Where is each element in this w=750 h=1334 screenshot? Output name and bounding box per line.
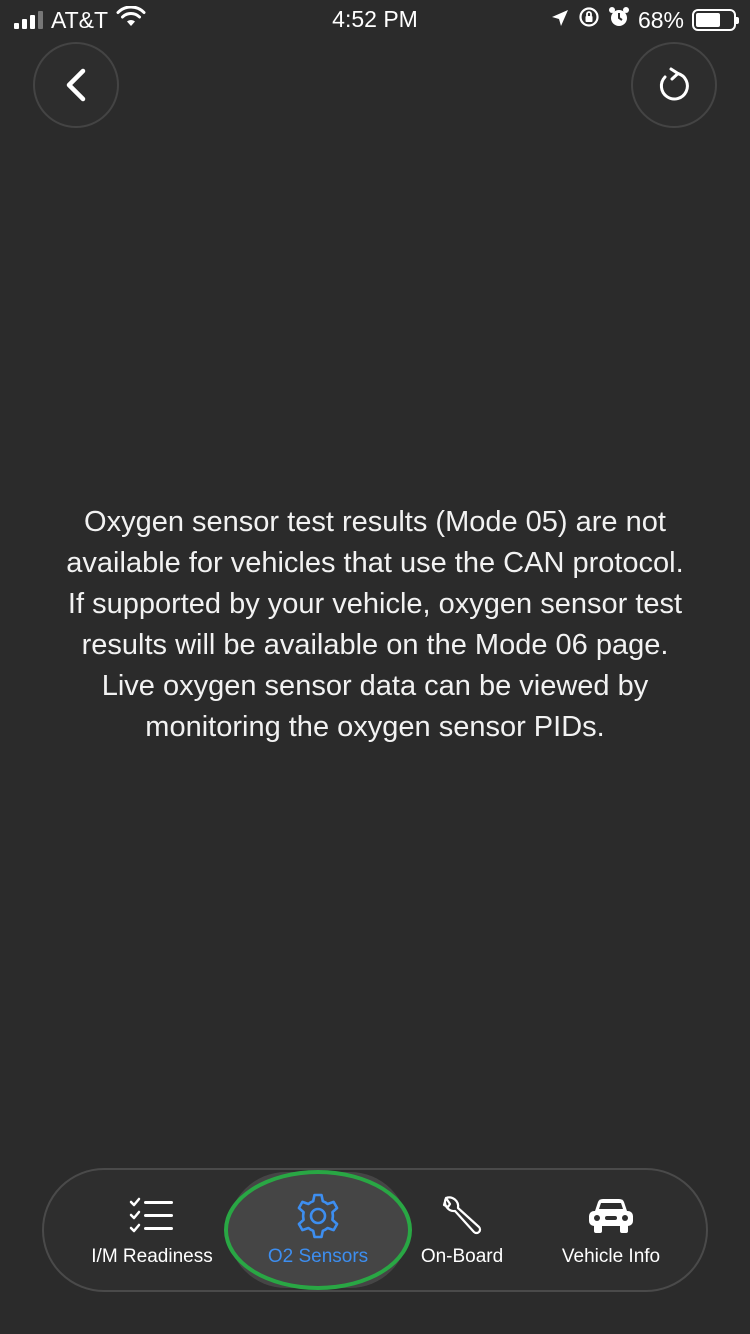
location-arrow-icon: [550, 7, 570, 34]
tab-label-vehicle-info: Vehicle Info: [561, 1246, 661, 1267]
alarm-icon: [608, 6, 630, 34]
tab-bar: I/M Readiness O2 Sensors On-Board Vehicl…: [42, 1168, 708, 1292]
battery-fill: [696, 13, 721, 27]
refresh-icon: [659, 67, 689, 101]
tab-label-im-readiness: I/M Readiness: [91, 1246, 213, 1267]
screen: AT&T 4:52 PM 68% Oxygen sensor test resu…: [0, 0, 750, 1334]
back-button[interactable]: [33, 42, 119, 128]
tab-im-readiness[interactable]: I/M Readiness: [62, 1170, 242, 1290]
tab-label-o2-sensors: O2 Sensors: [267, 1246, 369, 1267]
car-icon: [586, 1192, 636, 1240]
gear-icon: [294, 1192, 342, 1240]
status-right: 68%: [550, 6, 739, 34]
checklist-icon: [129, 1192, 175, 1240]
tab-vehicle-info[interactable]: Vehicle Info: [536, 1170, 686, 1290]
tab-o2-sensors[interactable]: O2 Sensors: [228, 1170, 408, 1290]
tab-label-on-board: On-Board: [420, 1246, 504, 1267]
tab-on-board[interactable]: On-Board: [392, 1170, 532, 1290]
status-bar: AT&T 4:52 PM 68%: [0, 0, 750, 40]
battery-percent: 68%: [637, 6, 684, 33]
battery-icon: [692, 9, 739, 31]
refresh-button[interactable]: [631, 42, 717, 128]
wrench-icon: [440, 1192, 484, 1240]
chevron-left-icon: [66, 68, 86, 102]
info-message: Oxygen sensor test results (Mode 05) are…: [66, 506, 684, 743]
orientation-lock-icon: [578, 6, 600, 34]
